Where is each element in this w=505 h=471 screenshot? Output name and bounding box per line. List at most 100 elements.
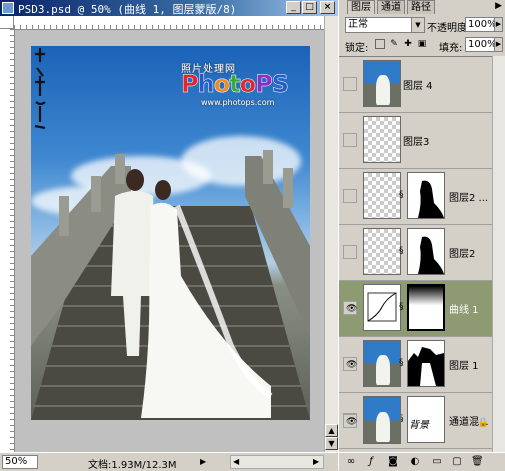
layer-name[interactable]: 图层2: [449, 245, 475, 260]
lock-transparency-icon[interactable]: [375, 39, 385, 49]
horizontal-scrollbar[interactable]: ◀ ▶: [230, 455, 324, 469]
adjustment-layer-icon[interactable]: ◐: [409, 456, 421, 468]
wedding-photo-canvas[interactable]: 照片处理网 PhotoPS www.photops.com: [31, 46, 310, 420]
layer-row[interactable]: 图层3: [339, 113, 505, 169]
logo-letter: P: [255, 70, 273, 99]
chevron-down-icon: ▼: [411, 18, 424, 32]
visibility-toggle[interactable]: 👁: [343, 357, 357, 371]
layer-style-icon[interactable]: ƒ: [365, 456, 377, 468]
layer-row[interactable]: § 图层2 ...: [339, 169, 505, 225]
chain-link-icon[interactable]: §: [399, 245, 405, 257]
lock-label: 锁定:: [345, 43, 369, 54]
status-menu-arrow-icon[interactable]: ▶: [200, 457, 208, 467]
tab-layers[interactable]: 图层: [347, 0, 375, 14]
layer-mask-thumbnail[interactable]: [407, 172, 445, 219]
layer-row[interactable]: 👁 § 图层 1: [339, 337, 505, 393]
blend-mode-value: 正常: [348, 19, 368, 30]
close-button[interactable]: ×: [320, 1, 335, 14]
layers-scrollbar[interactable]: [492, 56, 505, 452]
ruler-origin[interactable]: [0, 16, 14, 29]
logo-letter: t: [229, 70, 241, 99]
photoshop-doc-icon: [2, 2, 14, 14]
photops-logo: PhotoPS: [181, 70, 290, 99]
eye-icon: 👁: [346, 360, 358, 370]
fill-dropdown-icon[interactable]: ▶: [494, 37, 503, 52]
layer-mask-thumbnail[interactable]: [407, 284, 445, 331]
lock-brush-icon[interactable]: ✎: [389, 39, 399, 49]
layer-name[interactable]: 图层2 ...: [449, 189, 488, 204]
panel-footer: ∞ ƒ ◙ ◐ ▭ ▢ 🗑: [339, 452, 505, 471]
layer-thumbnail[interactable]: [363, 116, 401, 163]
zoom-level-field[interactable]: 50%: [2, 455, 38, 469]
tab-paths[interactable]: 路径: [407, 0, 435, 14]
document-title-bar[interactable]: PSD3.psd @ 50% (曲线 1, 图层蒙版/8) _ □ ×: [0, 0, 338, 16]
eye-icon: 👁: [346, 304, 358, 314]
lock-position-icon[interactable]: ✚: [403, 39, 413, 49]
opacity-dropdown-icon[interactable]: ▶: [494, 17, 503, 32]
layer-thumbnail[interactable]: [363, 397, 401, 444]
scroll-right-arrow-icon[interactable]: ▶: [313, 457, 321, 467]
chain-link-icon[interactable]: §: [399, 301, 405, 313]
visibility-toggle[interactable]: 👁: [343, 301, 357, 315]
visibility-toggle[interactable]: [343, 77, 357, 91]
layer-name[interactable]: 图层3: [403, 133, 429, 148]
document-size-info[interactable]: 文档:1.93M/12.3M: [88, 456, 177, 471]
layers-panel: 图层 通道 路径 ▶ 正常 ▼ 不透明度: 100% ▶ 锁定: ✎ ✚ ▣ 填…: [338, 0, 505, 471]
layer-mask-thumbnail[interactable]: [407, 228, 445, 275]
document-window: PSD3.psd @ 50% (曲线 1, 图层蒙版/8) _ □ × 照片处理…: [0, 0, 338, 471]
layer-name[interactable]: 图层 1: [449, 357, 479, 372]
scroll-down-arrow-icon[interactable]: ▼: [325, 437, 338, 450]
layer-row-selected[interactable]: 👁 § 曲线 1: [339, 281, 505, 337]
new-layer-icon[interactable]: ▢: [451, 456, 463, 468]
scroll-left-arrow-icon[interactable]: ◀: [233, 457, 241, 467]
layer-name[interactable]: 图层 4: [403, 77, 433, 92]
maximize-button[interactable]: □: [302, 1, 317, 14]
logo-letter: h: [197, 70, 215, 99]
layer-mask-thumbnail[interactable]: [407, 340, 445, 387]
calligraphy-mark: [34, 48, 46, 130]
status-bar: 50% 文档:1.93M/12.3M ▶ ◀ ▶: [0, 452, 338, 471]
vertical-ruler[interactable]: [0, 29, 15, 452]
chain-link-icon[interactable]: §: [399, 357, 405, 369]
fill-input[interactable]: 100%: [465, 37, 497, 52]
logo-url: www.photops.com: [201, 98, 275, 107]
lock-all-icon[interactable]: ▣: [417, 39, 427, 49]
visibility-toggle[interactable]: 👁: [343, 414, 357, 428]
layer-row[interactable]: § 图层2: [339, 225, 505, 281]
layer-name[interactable]: 曲线 1: [449, 301, 479, 316]
layer-thumbnail[interactable]: [363, 228, 401, 275]
document-title: PSD3.psd @ 50% (曲线 1, 图层蒙版/8): [18, 3, 237, 16]
chain-link-icon[interactable]: §: [399, 189, 405, 201]
visibility-toggle[interactable]: [343, 189, 357, 203]
curves-adjustment-icon[interactable]: [363, 284, 401, 331]
tab-channels[interactable]: 通道: [377, 0, 405, 14]
panel-menu-icon[interactable]: ▶: [495, 1, 502, 11]
horizontal-ruler[interactable]: [14, 16, 324, 30]
opacity-input[interactable]: 100%: [465, 17, 497, 32]
logo-letter: S: [271, 70, 290, 99]
lock-icon: 🔒: [477, 418, 489, 428]
layer-thumbnail[interactable]: [363, 172, 401, 219]
layer-thumbnail[interactable]: [363, 340, 401, 387]
visibility-toggle[interactable]: [343, 245, 357, 259]
layer-row[interactable]: 👁 背景 🔒: [339, 392, 505, 452]
logo-letter: P: [181, 70, 199, 99]
link-layers-icon[interactable]: ∞: [345, 456, 357, 468]
blend-mode-select[interactable]: 正常 ▼: [345, 17, 425, 33]
visibility-toggle[interactable]: [343, 133, 357, 147]
opacity-label: 不透明度:: [427, 23, 471, 34]
add-mask-icon[interactable]: ◙: [387, 456, 399, 468]
vertical-scrollbar[interactable]: ▲ ▼: [324, 16, 338, 452]
panel-tabs: 图层 通道 路径 ▶: [339, 0, 505, 14]
minimize-button[interactable]: _: [286, 1, 301, 14]
eye-icon: 👁: [346, 417, 358, 427]
trash-icon[interactable]: 🗑: [471, 456, 484, 468]
logo-letter: o: [213, 70, 230, 99]
new-group-icon[interactable]: ▭: [431, 456, 443, 468]
scroll-up-arrow-icon[interactable]: ▲: [325, 424, 338, 437]
layer-name[interactable]: 背景: [409, 416, 429, 431]
fill-label: 填充:: [439, 43, 463, 54]
layer-thumbnail[interactable]: [363, 60, 401, 107]
layer-row[interactable]: 图层 4: [339, 57, 505, 113]
logo-letter: o: [239, 70, 256, 99]
